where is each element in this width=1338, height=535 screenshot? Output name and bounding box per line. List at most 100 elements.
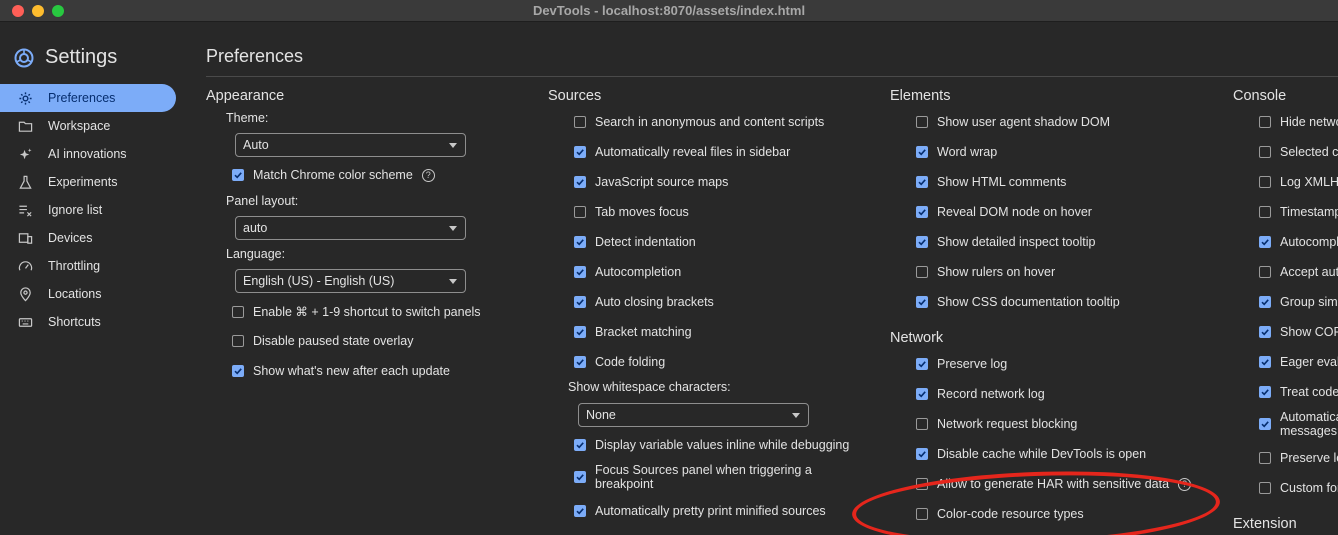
console-option[interactable]: Show COR bbox=[1259, 325, 1338, 339]
checkbox[interactable] bbox=[574, 206, 586, 218]
network-option[interactable]: Record network log bbox=[916, 387, 1045, 401]
checkbox[interactable] bbox=[916, 236, 928, 248]
checkbox[interactable] bbox=[574, 266, 586, 278]
console-option[interactable]: Group simi bbox=[1259, 295, 1338, 309]
checkbox[interactable] bbox=[916, 478, 928, 490]
sources-option[interactable]: Auto closing brackets bbox=[574, 295, 714, 309]
console-option[interactable]: Hide netwo bbox=[1259, 115, 1338, 129]
checkbox[interactable] bbox=[232, 365, 244, 377]
checkbox[interactable] bbox=[916, 358, 928, 370]
checkbox[interactable] bbox=[916, 266, 928, 278]
checkbox[interactable] bbox=[916, 296, 928, 308]
checkbox[interactable] bbox=[1259, 418, 1271, 430]
appearance-option[interactable]: Enable ⌘ + 1-9 shortcut to switch panels bbox=[232, 304, 481, 319]
checkbox[interactable] bbox=[1259, 206, 1271, 218]
checkbox[interactable] bbox=[916, 176, 928, 188]
checkbox[interactable] bbox=[1259, 452, 1271, 464]
elements-option[interactable]: Word wrap bbox=[916, 145, 997, 159]
checkbox[interactable] bbox=[574, 236, 586, 248]
sources-option[interactable]: Focus Sources panel when triggering a br… bbox=[574, 463, 814, 491]
checkbox[interactable] bbox=[1259, 116, 1271, 128]
console-option[interactable]: Custom for bbox=[1259, 481, 1338, 495]
elements-option[interactable]: Show rulers on hover bbox=[916, 265, 1055, 279]
checkbox[interactable] bbox=[1259, 236, 1271, 248]
checkbox[interactable] bbox=[916, 206, 928, 218]
sources-option[interactable]: Automatically pretty print minified sour… bbox=[574, 504, 826, 518]
checkbox[interactable] bbox=[574, 176, 586, 188]
checkbox[interactable] bbox=[1259, 356, 1271, 368]
checkbox[interactable] bbox=[574, 505, 586, 517]
checkbox[interactable] bbox=[1259, 266, 1271, 278]
elements-option[interactable]: Show user agent shadow DOM bbox=[916, 115, 1110, 129]
console-option[interactable]: Selected co bbox=[1259, 145, 1338, 159]
checkbox[interactable] bbox=[1259, 386, 1271, 398]
panel-layout-select[interactable]: auto bbox=[235, 216, 466, 240]
network-option[interactable]: Network request blocking bbox=[916, 417, 1077, 431]
checkbox[interactable] bbox=[1259, 296, 1271, 308]
help-icon[interactable]: ? bbox=[421, 168, 435, 182]
sidebar-item-throttling[interactable]: Throttling bbox=[0, 252, 176, 280]
elements-option[interactable]: Reveal DOM node on hover bbox=[916, 205, 1092, 219]
sidebar-item-ai-innovations[interactable]: AI innovations bbox=[0, 140, 176, 168]
sources-option[interactable]: Detect indentation bbox=[574, 235, 696, 249]
network-option[interactable]: Color-code resource types bbox=[916, 507, 1084, 521]
checkbox[interactable] bbox=[916, 448, 928, 460]
sidebar-item-preferences[interactable]: Preferences bbox=[0, 84, 176, 112]
checkbox[interactable] bbox=[232, 335, 244, 347]
console-option[interactable]: Automatica messages bbox=[1259, 410, 1338, 438]
sidebar-item-locations[interactable]: Locations bbox=[0, 280, 176, 308]
sidebar-item-experiments[interactable]: Experiments bbox=[0, 168, 176, 196]
checkbox[interactable] bbox=[1259, 176, 1271, 188]
checkbox[interactable] bbox=[232, 169, 244, 181]
checkbox[interactable] bbox=[1259, 482, 1271, 494]
theme-select[interactable]: Auto bbox=[235, 133, 466, 157]
checkbox[interactable] bbox=[1259, 326, 1271, 338]
help-icon[interactable]: ? bbox=[1178, 477, 1192, 491]
sources-option[interactable]: Code folding bbox=[574, 355, 665, 369]
checkbox[interactable] bbox=[1259, 146, 1271, 158]
console-option[interactable]: Treat code bbox=[1259, 385, 1338, 399]
sources-option[interactable]: Bracket matching bbox=[574, 325, 692, 339]
checkbox[interactable] bbox=[916, 116, 928, 128]
sources-option[interactable]: Search in anonymous and content scripts bbox=[574, 115, 824, 129]
checkbox[interactable] bbox=[916, 418, 928, 430]
appearance-option[interactable]: Show what's new after each update bbox=[232, 364, 450, 378]
sources-option[interactable]: JavaScript source maps bbox=[574, 175, 728, 189]
console-option[interactable]: Timestamp bbox=[1259, 205, 1338, 219]
checkbox[interactable] bbox=[574, 146, 586, 158]
match-chrome-color-scheme-option[interactable]: Match Chrome color scheme ? bbox=[232, 168, 435, 182]
checkbox[interactable] bbox=[574, 326, 586, 338]
sources-option[interactable]: Autocompletion bbox=[574, 265, 681, 279]
elements-option[interactable]: Show CSS documentation tooltip bbox=[916, 295, 1120, 309]
sources-option[interactable]: Automatically reveal files in sidebar bbox=[574, 145, 790, 159]
whitespace-select[interactable]: None bbox=[578, 403, 809, 427]
network-option[interactable]: Disable cache while DevTools is open bbox=[916, 447, 1146, 461]
sidebar-item-devices[interactable]: Devices bbox=[0, 224, 176, 252]
elements-option[interactable]: Show HTML comments bbox=[916, 175, 1066, 189]
language-select[interactable]: English (US) - English (US) bbox=[235, 269, 466, 293]
console-option[interactable]: Log XMLHt bbox=[1259, 175, 1338, 189]
checkbox[interactable] bbox=[574, 296, 586, 308]
option-label: Eager evalu bbox=[1280, 355, 1338, 369]
console-option[interactable]: Accept aut bbox=[1259, 265, 1338, 279]
elements-option[interactable]: Show detailed inspect tooltip bbox=[916, 235, 1095, 249]
checkbox[interactable] bbox=[232, 305, 244, 318]
checkbox[interactable] bbox=[574, 439, 586, 451]
appearance-option[interactable]: Disable paused state overlay bbox=[232, 334, 414, 348]
checkbox[interactable] bbox=[574, 356, 586, 368]
checkbox[interactable] bbox=[916, 146, 928, 158]
sidebar-item-shortcuts[interactable]: Shortcuts bbox=[0, 308, 176, 336]
checkbox[interactable] bbox=[916, 508, 928, 520]
console-option[interactable]: Eager evalu bbox=[1259, 355, 1338, 369]
sidebar-item-workspace[interactable]: Workspace bbox=[0, 112, 176, 140]
console-option[interactable]: Preserve lo bbox=[1259, 451, 1338, 465]
checkbox[interactable] bbox=[574, 471, 586, 483]
allow-har-sensitive-data-option[interactable]: Allow to generate HAR with sensitive dat… bbox=[916, 477, 1192, 491]
checkbox[interactable] bbox=[574, 116, 586, 128]
console-option[interactable]: Autocompl bbox=[1259, 235, 1338, 249]
sidebar-item-ignore-list[interactable]: Ignore list bbox=[0, 196, 176, 224]
sources-option[interactable]: Display variable values inline while deb… bbox=[574, 438, 849, 452]
network-option[interactable]: Preserve log bbox=[916, 357, 1007, 371]
checkbox[interactable] bbox=[916, 388, 928, 400]
sources-option[interactable]: Tab moves focus bbox=[574, 205, 689, 219]
